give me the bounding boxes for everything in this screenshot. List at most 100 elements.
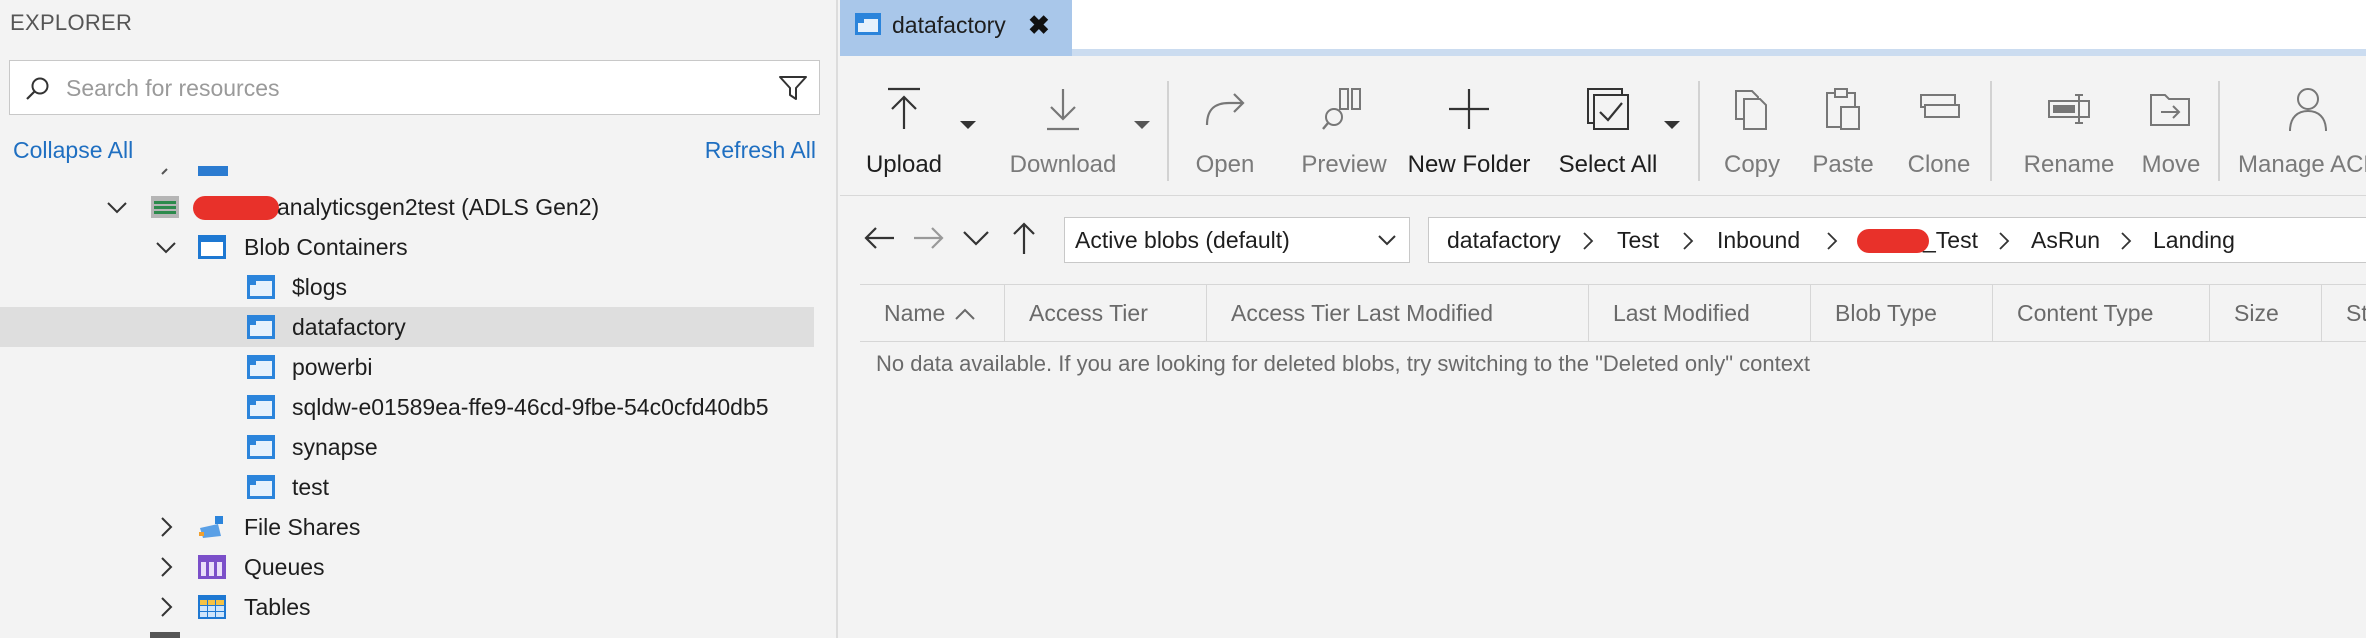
tab-datafactory[interactable]: datafactory ✖ — [840, 0, 1072, 56]
container-label: powerbi — [292, 354, 373, 380]
redaction-mark — [1857, 229, 1929, 253]
back-arrow-icon[interactable] — [862, 220, 898, 256]
toolbar-divider — [1990, 81, 1992, 181]
open-button[interactable]: Open — [1180, 77, 1270, 187]
breadcrumb-item[interactable]: Landing — [2153, 227, 2235, 254]
breadcrumb-item[interactable]: AsRun — [2031, 227, 2100, 254]
tree-item-container[interactable]: test — [0, 467, 814, 507]
chevron-right-icon — [1683, 232, 1694, 250]
explorer-pane: EXPLORER Collapse All Refresh All — [0, 0, 838, 638]
tree-item-container[interactable]: $logs — [0, 267, 814, 307]
tree-item-container[interactable]: sqldw-e01589ea-ffe9-46cd-9fbe-54c0cfd40d… — [0, 387, 814, 427]
chevron-down-icon[interactable] — [958, 220, 994, 256]
column-header-label: Blob Type — [1835, 300, 1937, 326]
clone-icon — [1920, 94, 1960, 118]
upload-dropdown-caret[interactable] — [958, 119, 978, 131]
tab-bar: datafactory ✖ — [840, 0, 2366, 56]
column-header-label: Access Tier — [1029, 300, 1148, 326]
column-header-access-tier-last-modified[interactable]: Access Tier Last Modified — [1207, 285, 1589, 341]
rename-button[interactable]: Rename — [2004, 77, 2134, 187]
chevron-right-icon[interactable] — [154, 595, 178, 619]
tree-item-partial — [0, 160, 814, 182]
column-header-label: Last Modified — [1613, 300, 1750, 326]
manage-acl-button[interactable]: Manage ACL — [2232, 77, 2366, 187]
toolbar-divider — [1167, 81, 1169, 181]
copy-button[interactable]: Copy — [1712, 77, 1792, 187]
breadcrumb-item[interactable]: Test — [1617, 227, 1659, 254]
select-all-icon — [1587, 88, 1629, 130]
column-header-size[interactable]: Size — [2210, 285, 2322, 341]
paste-button[interactable]: Paste — [1798, 77, 1888, 187]
column-header-label: Size — [2234, 300, 2279, 326]
redaction-mark — [193, 196, 279, 220]
column-header-blob-type[interactable]: Blob Type — [1811, 285, 1993, 341]
blob-view-select[interactable]: Active blobs (default) — [1064, 217, 1410, 263]
upload-icon — [888, 87, 920, 129]
upload-label: Upload — [865, 151, 943, 178]
sort-ascending-icon — [955, 308, 975, 320]
tree-item-blob-containers[interactable]: Blob Containers — [0, 227, 814, 267]
clone-button[interactable]: Clone — [1894, 77, 1984, 187]
tree-item-container[interactable]: synapse — [0, 427, 814, 467]
column-header-label: Name — [884, 300, 946, 326]
blob-container-view: datafactory ✖ Upload Download Open Previ… — [840, 0, 2366, 638]
filter-icon[interactable] — [777, 73, 809, 103]
download-dropdown-caret[interactable] — [1132, 119, 1152, 131]
chevron-down-icon — [1378, 235, 1396, 246]
toolbar-divider — [1698, 81, 1700, 181]
chevron-right-icon[interactable] — [154, 555, 178, 579]
chevron-right-icon[interactable] — [154, 515, 178, 539]
tables-label: Tables — [244, 594, 311, 620]
download-icon — [1047, 89, 1079, 131]
tree-item-tables[interactable]: Tables — [0, 587, 814, 627]
select-all-button[interactable]: Select All — [1548, 77, 1668, 187]
chevron-down-icon[interactable] — [105, 195, 129, 219]
column-header-name[interactable]: Name — [860, 285, 1005, 341]
navigation-bar: Active blobs (default) datafactory Test … — [840, 198, 2366, 278]
forward-arrow-icon[interactable] — [910, 220, 946, 256]
container-icon — [247, 355, 275, 379]
rename-label: Rename — [2023, 151, 2115, 178]
container-icon — [855, 13, 881, 35]
paste-label: Paste — [1812, 151, 1874, 178]
container-label: synapse — [292, 434, 378, 460]
tree-item-partial — [0, 628, 814, 638]
move-button[interactable]: Move — [2126, 77, 2216, 187]
select-all-dropdown-caret[interactable] — [1662, 119, 1682, 131]
breadcrumb-item[interactable]: datafactory — [1447, 227, 1561, 254]
column-header-last-modified[interactable]: Last Modified — [1589, 285, 1811, 341]
queues-icon — [198, 555, 226, 579]
tree-item-queues[interactable]: Queues — [0, 547, 814, 587]
search-box[interactable] — [9, 60, 820, 115]
column-header-label: Access Tier Last Modified — [1231, 300, 1494, 326]
queues-label: Queues — [244, 554, 325, 580]
tree-item-container[interactable]: powerbi — [0, 347, 814, 387]
tables-icon — [198, 595, 226, 619]
close-tab-icon[interactable]: ✖ — [1028, 10, 1050, 41]
tree-item-container-selected[interactable]: datafactory — [0, 307, 814, 347]
column-header-status[interactable]: St — [2322, 285, 2366, 341]
chevron-right-icon — [1583, 232, 1594, 250]
paste-icon — [1826, 88, 1860, 130]
new-folder-button[interactable]: New Folder — [1388, 77, 1550, 187]
tree-item-storage-account[interactable]: analyticsgen2test (ADLS Gen2) — [0, 187, 814, 227]
up-arrow-icon[interactable] — [1006, 220, 1042, 256]
column-header-content-type[interactable]: Content Type — [1993, 285, 2210, 341]
new-folder-label: New Folder — [1407, 151, 1531, 178]
download-button[interactable]: Download — [998, 77, 1128, 187]
tree-item-file-shares[interactable]: File Shares — [0, 507, 814, 547]
blob-view-select-value: Active blobs (default) — [1075, 227, 1290, 253]
container-icon — [247, 275, 275, 299]
copy-icon — [1735, 90, 1767, 130]
column-header-access-tier[interactable]: Access Tier — [1005, 285, 1207, 341]
upload-button[interactable]: Upload — [854, 77, 954, 187]
toolbar-divider — [2218, 81, 2220, 181]
breadcrumb-item[interactable]: Inbound — [1717, 227, 1800, 254]
blob-table-header: Name Access Tier Access Tier Last Modifi… — [860, 284, 2366, 342]
chevron-down-icon[interactable] — [154, 235, 178, 259]
preview-icon — [1322, 88, 1361, 130]
explorer-title: EXPLORER — [10, 10, 133, 35]
empty-state-message: No data available. If you are looking fo… — [876, 351, 1811, 376]
breadcrumb-item[interactable]: _Test — [1923, 227, 1978, 254]
search-input[interactable] — [66, 69, 746, 107]
